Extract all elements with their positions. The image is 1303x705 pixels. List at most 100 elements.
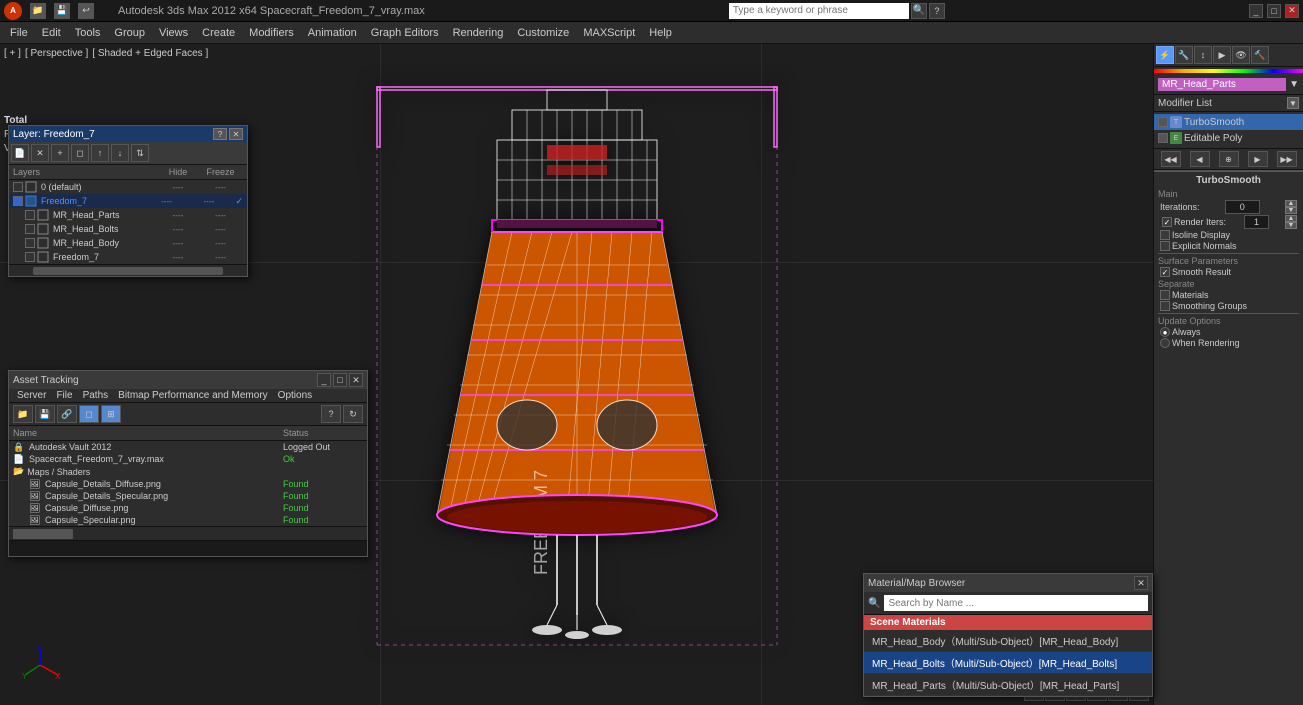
layer-freedom7-sub-checkbox[interactable] bbox=[25, 252, 35, 262]
mat-item-head-parts[interactable]: MR_Head_Parts（Multi/Sub-Object）[MR_Head_… bbox=[864, 674, 1152, 696]
menu-animation[interactable]: Animation bbox=[302, 25, 363, 41]
titlebar-search-input[interactable] bbox=[729, 3, 909, 19]
vp-shading[interactable]: [ Shaded + Edged Faces ] bbox=[92, 48, 208, 59]
asset-restore-button[interactable]: □ bbox=[333, 373, 347, 387]
layer-row-freedom7-sub[interactable]: Freedom_7 ---- ---- bbox=[9, 250, 247, 264]
ts-iterations-input[interactable] bbox=[1225, 200, 1260, 214]
rp-icon-modify[interactable]: 🔧 bbox=[1175, 46, 1193, 64]
layer-row-default[interactable]: 0 (default) ---- ---- bbox=[9, 180, 247, 194]
layer-tool-invert[interactable]: ⇅ bbox=[131, 144, 149, 162]
restore-button[interactable]: □ bbox=[1267, 4, 1281, 18]
mat-item-head-body[interactable]: MR_Head_Body（Multi/Sub-Object）[MR_Head_B… bbox=[864, 630, 1152, 652]
layer-row-mr-head-body[interactable]: MR_Head_Body ---- ---- bbox=[9, 236, 247, 250]
asset-row-capsule-spec[interactable]: 🖼 Capsule_Details_Specular.png Found bbox=[9, 490, 367, 502]
menu-group[interactable]: Group bbox=[108, 25, 151, 41]
asset-tool-1[interactable]: 📁 bbox=[13, 405, 33, 423]
layer-tool-delete[interactable]: ✕ bbox=[31, 144, 49, 162]
ts-render-iters-spinner[interactable]: ▲ ▼ bbox=[1285, 215, 1297, 229]
layer-tool-add-sel[interactable]: + bbox=[51, 144, 69, 162]
layer-mrhead-body-checkbox[interactable] bbox=[25, 238, 35, 248]
menu-maxscript[interactable]: MAXScript bbox=[577, 25, 641, 41]
vp-perspective[interactable]: [ Perspective ] bbox=[25, 48, 88, 59]
asset-row-file[interactable]: 📄 Spacecraft_Freedom_7_vray.max Ok bbox=[9, 453, 367, 465]
file-menu-icon[interactable]: 📁 bbox=[30, 3, 46, 19]
ts-smoothing-groups-checkbox[interactable] bbox=[1160, 301, 1170, 311]
layer-mrhead-parts-checkbox[interactable] bbox=[25, 210, 35, 220]
rp-nav-insert-btn[interactable]: ⊕ bbox=[1219, 151, 1239, 167]
ts-iterations-spinner[interactable]: ▲ ▼ bbox=[1285, 200, 1297, 214]
save-icon[interactable]: 💾 bbox=[54, 3, 70, 19]
menu-views[interactable]: Views bbox=[153, 25, 194, 41]
menu-create[interactable]: Create bbox=[196, 25, 241, 41]
ts-render-iters-checkbox[interactable]: ✓ bbox=[1162, 217, 1172, 227]
menu-modifiers[interactable]: Modifiers bbox=[243, 25, 300, 41]
mat-item-head-bolts[interactable]: MR_Head_Bolts（Multi/Sub-Object）[MR_Head_… bbox=[864, 652, 1152, 674]
ts-materials-checkbox[interactable] bbox=[1160, 290, 1170, 300]
asset-menu-server[interactable]: Server bbox=[13, 390, 50, 401]
minimize-button[interactable]: _ bbox=[1249, 4, 1263, 18]
menu-file[interactable]: File bbox=[4, 25, 34, 41]
asset-row-capsule-specular2[interactable]: 🖼 Capsule_Specular.png Found bbox=[9, 514, 367, 526]
asset-scrollbar[interactable] bbox=[9, 526, 367, 540]
asset-close-button[interactable]: ✕ bbox=[349, 373, 363, 387]
mod-editpoly-checkbox[interactable] bbox=[1158, 133, 1168, 143]
ts-isoline-checkbox[interactable] bbox=[1160, 230, 1170, 240]
layer-tool-move[interactable]: ↑ bbox=[91, 144, 109, 162]
rp-icon-hierarchy[interactable]: ↕ bbox=[1194, 46, 1212, 64]
modifier-list-dropdown[interactable]: ▼ bbox=[1287, 97, 1299, 109]
ts-render-iters-input[interactable] bbox=[1244, 215, 1269, 229]
asset-menu-paths[interactable]: Paths bbox=[79, 390, 113, 401]
asset-menu-bitmap[interactable]: Bitmap Performance and Memory bbox=[114, 390, 272, 401]
rp-nav-next-one-btn[interactable]: ▶ bbox=[1248, 151, 1268, 167]
layer-row-mr-head-parts[interactable]: MR_Head_Parts ---- ---- bbox=[9, 208, 247, 222]
asset-row-capsule-diffuse2[interactable]: 🖼 Capsule_Diffuse.png Found bbox=[9, 502, 367, 514]
layer-mrhead-bolts-checkbox[interactable] bbox=[25, 224, 35, 234]
layer-scrollbar[interactable] bbox=[9, 264, 247, 276]
layer-close-button[interactable]: ✕ bbox=[229, 128, 243, 140]
question-icon[interactable]: ? bbox=[929, 3, 945, 19]
asset-tool-2[interactable]: 💾 bbox=[35, 405, 55, 423]
asset-tool-refresh[interactable]: ↻ bbox=[343, 405, 363, 423]
ts-always-radio[interactable]: ● bbox=[1160, 327, 1170, 337]
ts-when-rendering-radio[interactable] bbox=[1160, 338, 1170, 348]
rp-icon-display[interactable]: 👁 bbox=[1232, 46, 1250, 64]
asset-scroll-thumb[interactable] bbox=[13, 529, 73, 539]
modifier-editable-poly[interactable]: E Editable Poly bbox=[1154, 130, 1303, 146]
rp-nav-prev-btn[interactable]: ◀◀ bbox=[1161, 151, 1181, 167]
rp-nav-next-btn[interactable]: ▶▶ bbox=[1277, 151, 1297, 167]
asset-row-capsule-diff[interactable]: 🖼 Capsule_Details_Diffuse.png Found bbox=[9, 478, 367, 490]
asset-menu-file[interactable]: File bbox=[52, 390, 76, 401]
layer-help-button[interactable]: ? bbox=[213, 128, 227, 140]
close-button[interactable]: ✕ bbox=[1285, 4, 1299, 18]
menu-graph-editors[interactable]: Graph Editors bbox=[365, 25, 445, 41]
layer-tool-down[interactable]: ↓ bbox=[111, 144, 129, 162]
layer-tool-sel-layer[interactable]: ◻ bbox=[71, 144, 89, 162]
undo-icon[interactable]: ↩ bbox=[78, 3, 94, 19]
dropdown-icon[interactable]: ▼ bbox=[1289, 79, 1299, 90]
ts-smooth-result-checkbox[interactable]: ✓ bbox=[1160, 267, 1170, 277]
asset-minimize-button[interactable]: _ bbox=[317, 373, 331, 387]
menu-rendering[interactable]: Rendering bbox=[447, 25, 510, 41]
menu-customize[interactable]: Customize bbox=[511, 25, 575, 41]
asset-tool-5[interactable]: ⊞ bbox=[101, 405, 121, 423]
search-icon[interactable]: 🔍 bbox=[911, 3, 927, 19]
ts-explicit-normals-checkbox[interactable] bbox=[1160, 241, 1170, 251]
menu-edit[interactable]: Edit bbox=[36, 25, 67, 41]
asset-tool-3[interactable]: 🔗 bbox=[57, 405, 77, 423]
material-close-button[interactable]: ✕ bbox=[1134, 576, 1148, 590]
asset-tool-4[interactable]: ◻ bbox=[79, 405, 99, 423]
menu-help[interactable]: Help bbox=[643, 25, 678, 41]
menu-tools[interactable]: Tools bbox=[69, 25, 107, 41]
mod-turbosmooth-checkbox[interactable] bbox=[1158, 117, 1168, 127]
rp-icon-utilities[interactable]: 🔨 bbox=[1251, 46, 1269, 64]
layer-row-mr-head-bolts[interactable]: MR_Head_Bolts ---- ---- bbox=[9, 222, 247, 236]
modifier-turbosmooth[interactable]: T TurboSmooth bbox=[1154, 114, 1303, 130]
asset-group-maps[interactable]: 📂 Maps / Shaders bbox=[9, 465, 367, 478]
layer-tool-new[interactable]: 📄 bbox=[11, 144, 29, 162]
rp-icon-create[interactable]: ⚡ bbox=[1156, 46, 1174, 64]
layer-scroll-track[interactable] bbox=[33, 267, 223, 275]
layer-default-checkbox[interactable] bbox=[13, 182, 23, 192]
rp-nav-prev-one-btn[interactable]: ◀ bbox=[1190, 151, 1210, 167]
asset-menu-options[interactable]: Options bbox=[274, 390, 316, 401]
layer-row-freedom7[interactable]: Freedom_7 ---- ---- ✓ bbox=[9, 194, 247, 208]
